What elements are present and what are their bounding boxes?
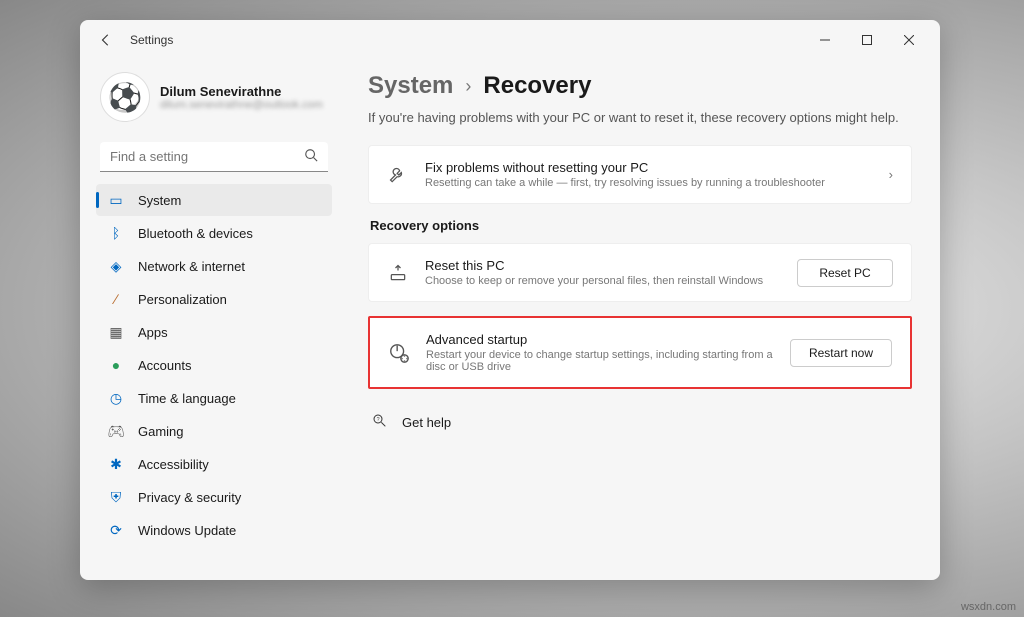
nav-list: ▭ System ᛒ Bluetooth & devices ◈ Network…	[96, 184, 332, 546]
nav-label: Apps	[138, 325, 168, 340]
minimize-icon	[820, 35, 830, 45]
card-desc: Resetting can take a while — first, try …	[425, 177, 873, 189]
wifi-icon: ◈	[108, 258, 124, 274]
search-icon	[304, 148, 318, 165]
arrow-left-icon	[99, 33, 113, 47]
maximize-icon	[862, 35, 872, 45]
breadcrumb-parent[interactable]: System	[368, 72, 453, 100]
restart-now-button[interactable]: Restart now	[790, 339, 892, 367]
back-button[interactable]	[90, 24, 122, 56]
chevron-right-icon: ›	[889, 167, 893, 182]
settings-window: Settings ⚽ Dilum Senevirathne dilum.sene…	[80, 20, 940, 580]
brush-icon: ∕	[108, 291, 124, 307]
nav-label: Time & language	[138, 391, 236, 406]
maximize-button[interactable]	[846, 26, 888, 54]
profile-block[interactable]: ⚽ Dilum Senevirathne dilum.senevirathne@…	[96, 64, 332, 138]
reset-pc-button[interactable]: Reset PC	[797, 259, 893, 287]
clock-icon: ◷	[108, 390, 124, 406]
search-input[interactable]	[110, 149, 304, 164]
window-title: Settings	[130, 33, 173, 47]
nav-label: Accounts	[138, 358, 191, 373]
nav-label: Windows Update	[138, 523, 236, 538]
profile-email: dilum.senevirathne@outlook.com	[160, 99, 323, 111]
breadcrumb: System › Recovery	[368, 72, 912, 100]
nav-bluetooth[interactable]: ᛒ Bluetooth & devices	[96, 217, 332, 249]
card-desc: Restart your device to change startup se…	[426, 349, 774, 373]
nav-label: Gaming	[138, 424, 184, 439]
breadcrumb-current: Recovery	[483, 72, 591, 100]
person-icon: ●	[108, 357, 124, 373]
reset-pc-card: Reset this PC Choose to keep or remove y…	[368, 243, 912, 302]
card-title: Fix problems without resetting your PC	[425, 160, 873, 175]
nav-system[interactable]: ▭ System	[96, 184, 332, 216]
close-button[interactable]	[888, 26, 930, 54]
help-icon: ?	[372, 413, 388, 432]
content-area: System › Recovery If you're having probl…	[340, 60, 940, 580]
nav-gaming[interactable]: 🎮︎ Gaming	[96, 415, 332, 447]
nav-network[interactable]: ◈ Network & internet	[96, 250, 332, 282]
svg-text:?: ?	[377, 417, 380, 423]
nav-label: Bluetooth & devices	[138, 226, 253, 241]
sidebar: ⚽ Dilum Senevirathne dilum.senevirathne@…	[80, 60, 340, 580]
card-title: Advanced startup	[426, 332, 774, 347]
section-label: Recovery options	[370, 218, 912, 233]
apps-icon: ▦	[108, 324, 124, 340]
nav-accounts[interactable]: ● Accounts	[96, 349, 332, 381]
intro-text: If you're having problems with your PC o…	[368, 110, 912, 125]
search-box[interactable]	[100, 142, 328, 172]
nav-accessibility[interactable]: ✱ Accessibility	[96, 448, 332, 480]
get-help-link[interactable]: ? Get help	[368, 403, 912, 442]
system-icon: ▭	[108, 192, 124, 208]
accessibility-icon: ✱	[108, 456, 124, 472]
reset-icon	[387, 263, 409, 283]
fix-problems-card[interactable]: Fix problems without resetting your PC R…	[368, 145, 912, 204]
nav-apps[interactable]: ▦ Apps	[96, 316, 332, 348]
card-title: Reset this PC	[425, 258, 781, 273]
nav-label: Accessibility	[138, 457, 209, 472]
titlebar: Settings	[80, 20, 940, 60]
avatar: ⚽	[100, 72, 150, 122]
nav-windows-update[interactable]: ⟳ Windows Update	[96, 514, 332, 546]
nav-personalization[interactable]: ∕ Personalization	[96, 283, 332, 315]
card-desc: Choose to keep or remove your personal f…	[425, 275, 781, 287]
profile-name: Dilum Senevirathne	[160, 84, 323, 99]
nav-time-language[interactable]: ◷ Time & language	[96, 382, 332, 414]
watermark: wsxdn.com	[961, 601, 1016, 613]
chevron-right-icon: ›	[465, 76, 471, 97]
minimize-button[interactable]	[804, 26, 846, 54]
nav-label: System	[138, 193, 181, 208]
nav-label: Network & internet	[138, 259, 245, 274]
close-icon	[904, 35, 914, 45]
game-icon: 🎮︎	[108, 423, 124, 439]
nav-label: Privacy & security	[138, 490, 241, 505]
shield-icon: ⛨	[108, 489, 124, 505]
nav-label: Personalization	[138, 292, 227, 307]
wrench-icon	[387, 165, 409, 185]
power-gear-icon	[388, 342, 410, 364]
nav-privacy[interactable]: ⛨ Privacy & security	[96, 481, 332, 513]
update-icon: ⟳	[108, 522, 124, 538]
window-controls	[804, 26, 930, 54]
help-label: Get help	[402, 415, 451, 430]
bluetooth-icon: ᛒ	[108, 225, 124, 241]
advanced-startup-card: Advanced startup Restart your device to …	[368, 316, 912, 389]
